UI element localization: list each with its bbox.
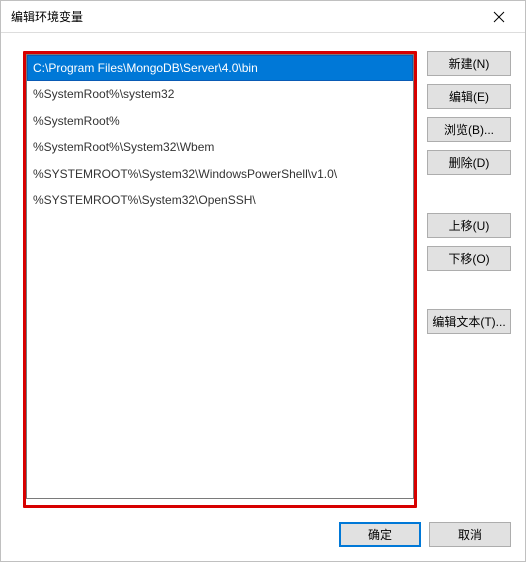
delete-button[interactable]: 删除(D) (427, 150, 511, 175)
list-item[interactable]: %SYSTEMROOT%\System32\WindowsPowerShell\… (27, 161, 413, 187)
spacer (427, 279, 511, 301)
close-icon (493, 11, 505, 23)
cancel-button[interactable]: 取消 (429, 522, 511, 547)
titlebar: 编辑环境变量 (1, 1, 525, 33)
ok-button[interactable]: 确定 (339, 522, 421, 547)
list-item[interactable]: %SYSTEMROOT%\System32\OpenSSH\ (27, 187, 413, 213)
list-item[interactable]: %SystemRoot%\system32 (27, 81, 413, 107)
edit-button[interactable]: 编辑(E) (427, 84, 511, 109)
dialog-content: C:\Program Files\MongoDB\Server\4.0\bin%… (1, 33, 525, 508)
list-item[interactable]: %SystemRoot%\System32\Wbem (27, 134, 413, 160)
spacer (427, 183, 511, 205)
move-up-button[interactable]: 上移(U) (427, 213, 511, 238)
list-item[interactable]: %SystemRoot% (27, 108, 413, 134)
window-title: 编辑环境变量 (11, 8, 83, 25)
list-highlight-frame: C:\Program Files\MongoDB\Server\4.0\bin%… (23, 51, 417, 508)
close-button[interactable] (476, 2, 521, 32)
edit-text-button[interactable]: 编辑文本(T)... (427, 309, 511, 334)
move-down-button[interactable]: 下移(O) (427, 246, 511, 271)
browse-button[interactable]: 浏览(B)... (427, 117, 511, 142)
list-item[interactable]: C:\Program Files\MongoDB\Server\4.0\bin (27, 55, 413, 81)
path-listbox[interactable]: C:\Program Files\MongoDB\Server\4.0\bin%… (26, 54, 414, 499)
dialog-window: 编辑环境变量 C:\Program Files\MongoDB\Server\4… (0, 0, 526, 562)
new-button[interactable]: 新建(N) (427, 51, 511, 76)
dialog-footer: 确定 取消 (1, 508, 525, 561)
side-buttons: 新建(N) 编辑(E) 浏览(B)... 删除(D) 上移(U) 下移(O) 编… (427, 51, 511, 508)
